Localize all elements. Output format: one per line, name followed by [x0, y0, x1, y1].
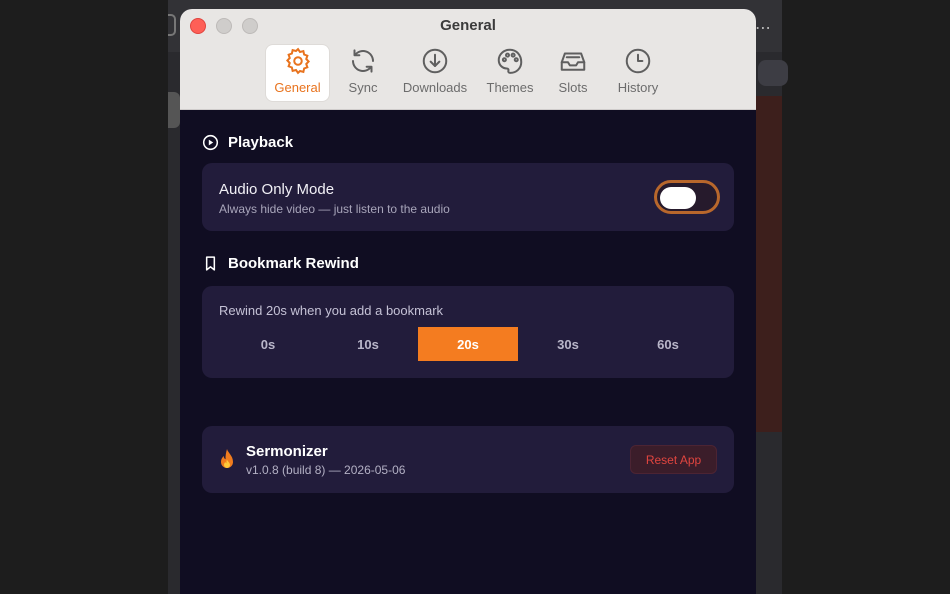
playback-heading: Playback	[202, 134, 293, 151]
reset-app-button[interactable]: Reset App	[630, 445, 717, 474]
tab-general[interactable]: General	[266, 45, 329, 101]
bookmark-rewind-heading: Bookmark Rewind	[202, 255, 359, 272]
titlebar: General General Sync Downloads Themes Sl…	[180, 9, 756, 110]
palette-icon	[497, 48, 523, 74]
audio-only-toggle[interactable]	[654, 180, 720, 214]
tab-downloads-label: Downloads	[402, 80, 468, 95]
background-app-panel	[756, 96, 782, 432]
tab-slots[interactable]: Slots	[548, 45, 598, 101]
rewind-option-10s[interactable]: 10s	[318, 327, 418, 361]
settings-window: General General Sync Downloads Themes Sl…	[180, 9, 756, 594]
background-app-pill	[758, 60, 788, 86]
rewind-description: Rewind 20s when you add a bookmark	[219, 303, 444, 318]
tab-history[interactable]: History	[606, 45, 670, 101]
audio-only-description: Always hide video — just listen to the a…	[219, 202, 450, 216]
bookmark-rewind-card: Rewind 20s when you add a bookmark 0s 10…	[202, 286, 734, 378]
background-app-edge-shape	[168, 92, 180, 128]
tab-history-label: History	[617, 80, 659, 95]
app-name: Sermonizer	[246, 443, 328, 460]
bookmark-icon	[205, 256, 216, 271]
gear-icon	[285, 47, 310, 75]
download-icon	[422, 48, 448, 74]
about-card: Sermonizer v1.0.8 (build 8) — 2026-05-06…	[202, 426, 734, 493]
window-title: General	[440, 17, 496, 34]
playback-heading-label: Playback	[228, 134, 294, 151]
tab-slots-label: Slots	[558, 80, 588, 95]
app-version: v1.0.8 (build 8) — 2026-05-06	[246, 463, 406, 477]
rewind-option-60s[interactable]: 60s	[618, 327, 718, 361]
audio-only-card: Audio Only Mode Always hide video — just…	[202, 163, 734, 231]
background-app-edge	[168, 14, 176, 36]
tab-themes[interactable]: Themes	[480, 45, 540, 101]
rewind-option-30s[interactable]: 30s	[518, 327, 618, 361]
audio-only-title: Audio Only Mode	[219, 181, 335, 198]
tab-downloads[interactable]: Downloads	[400, 45, 470, 101]
sync-icon	[352, 49, 374, 73]
tab-sync[interactable]: Sync	[336, 45, 390, 101]
rewind-option-0s[interactable]: 0s	[218, 327, 318, 361]
clock-icon	[625, 48, 651, 74]
bookmark-rewind-heading-label: Bookmark Rewind	[228, 255, 359, 272]
play-circle-icon	[202, 134, 219, 151]
rewind-option-20s[interactable]: 20s	[418, 327, 518, 361]
tray-icon	[560, 52, 586, 71]
tab-themes-label: Themes	[486, 80, 534, 95]
tab-sync-label: Sync	[348, 80, 378, 95]
toggle-knob	[660, 187, 696, 209]
more-icon: ⋯	[755, 20, 772, 37]
tab-general-label: General	[274, 80, 321, 95]
flame-icon	[221, 449, 233, 468]
